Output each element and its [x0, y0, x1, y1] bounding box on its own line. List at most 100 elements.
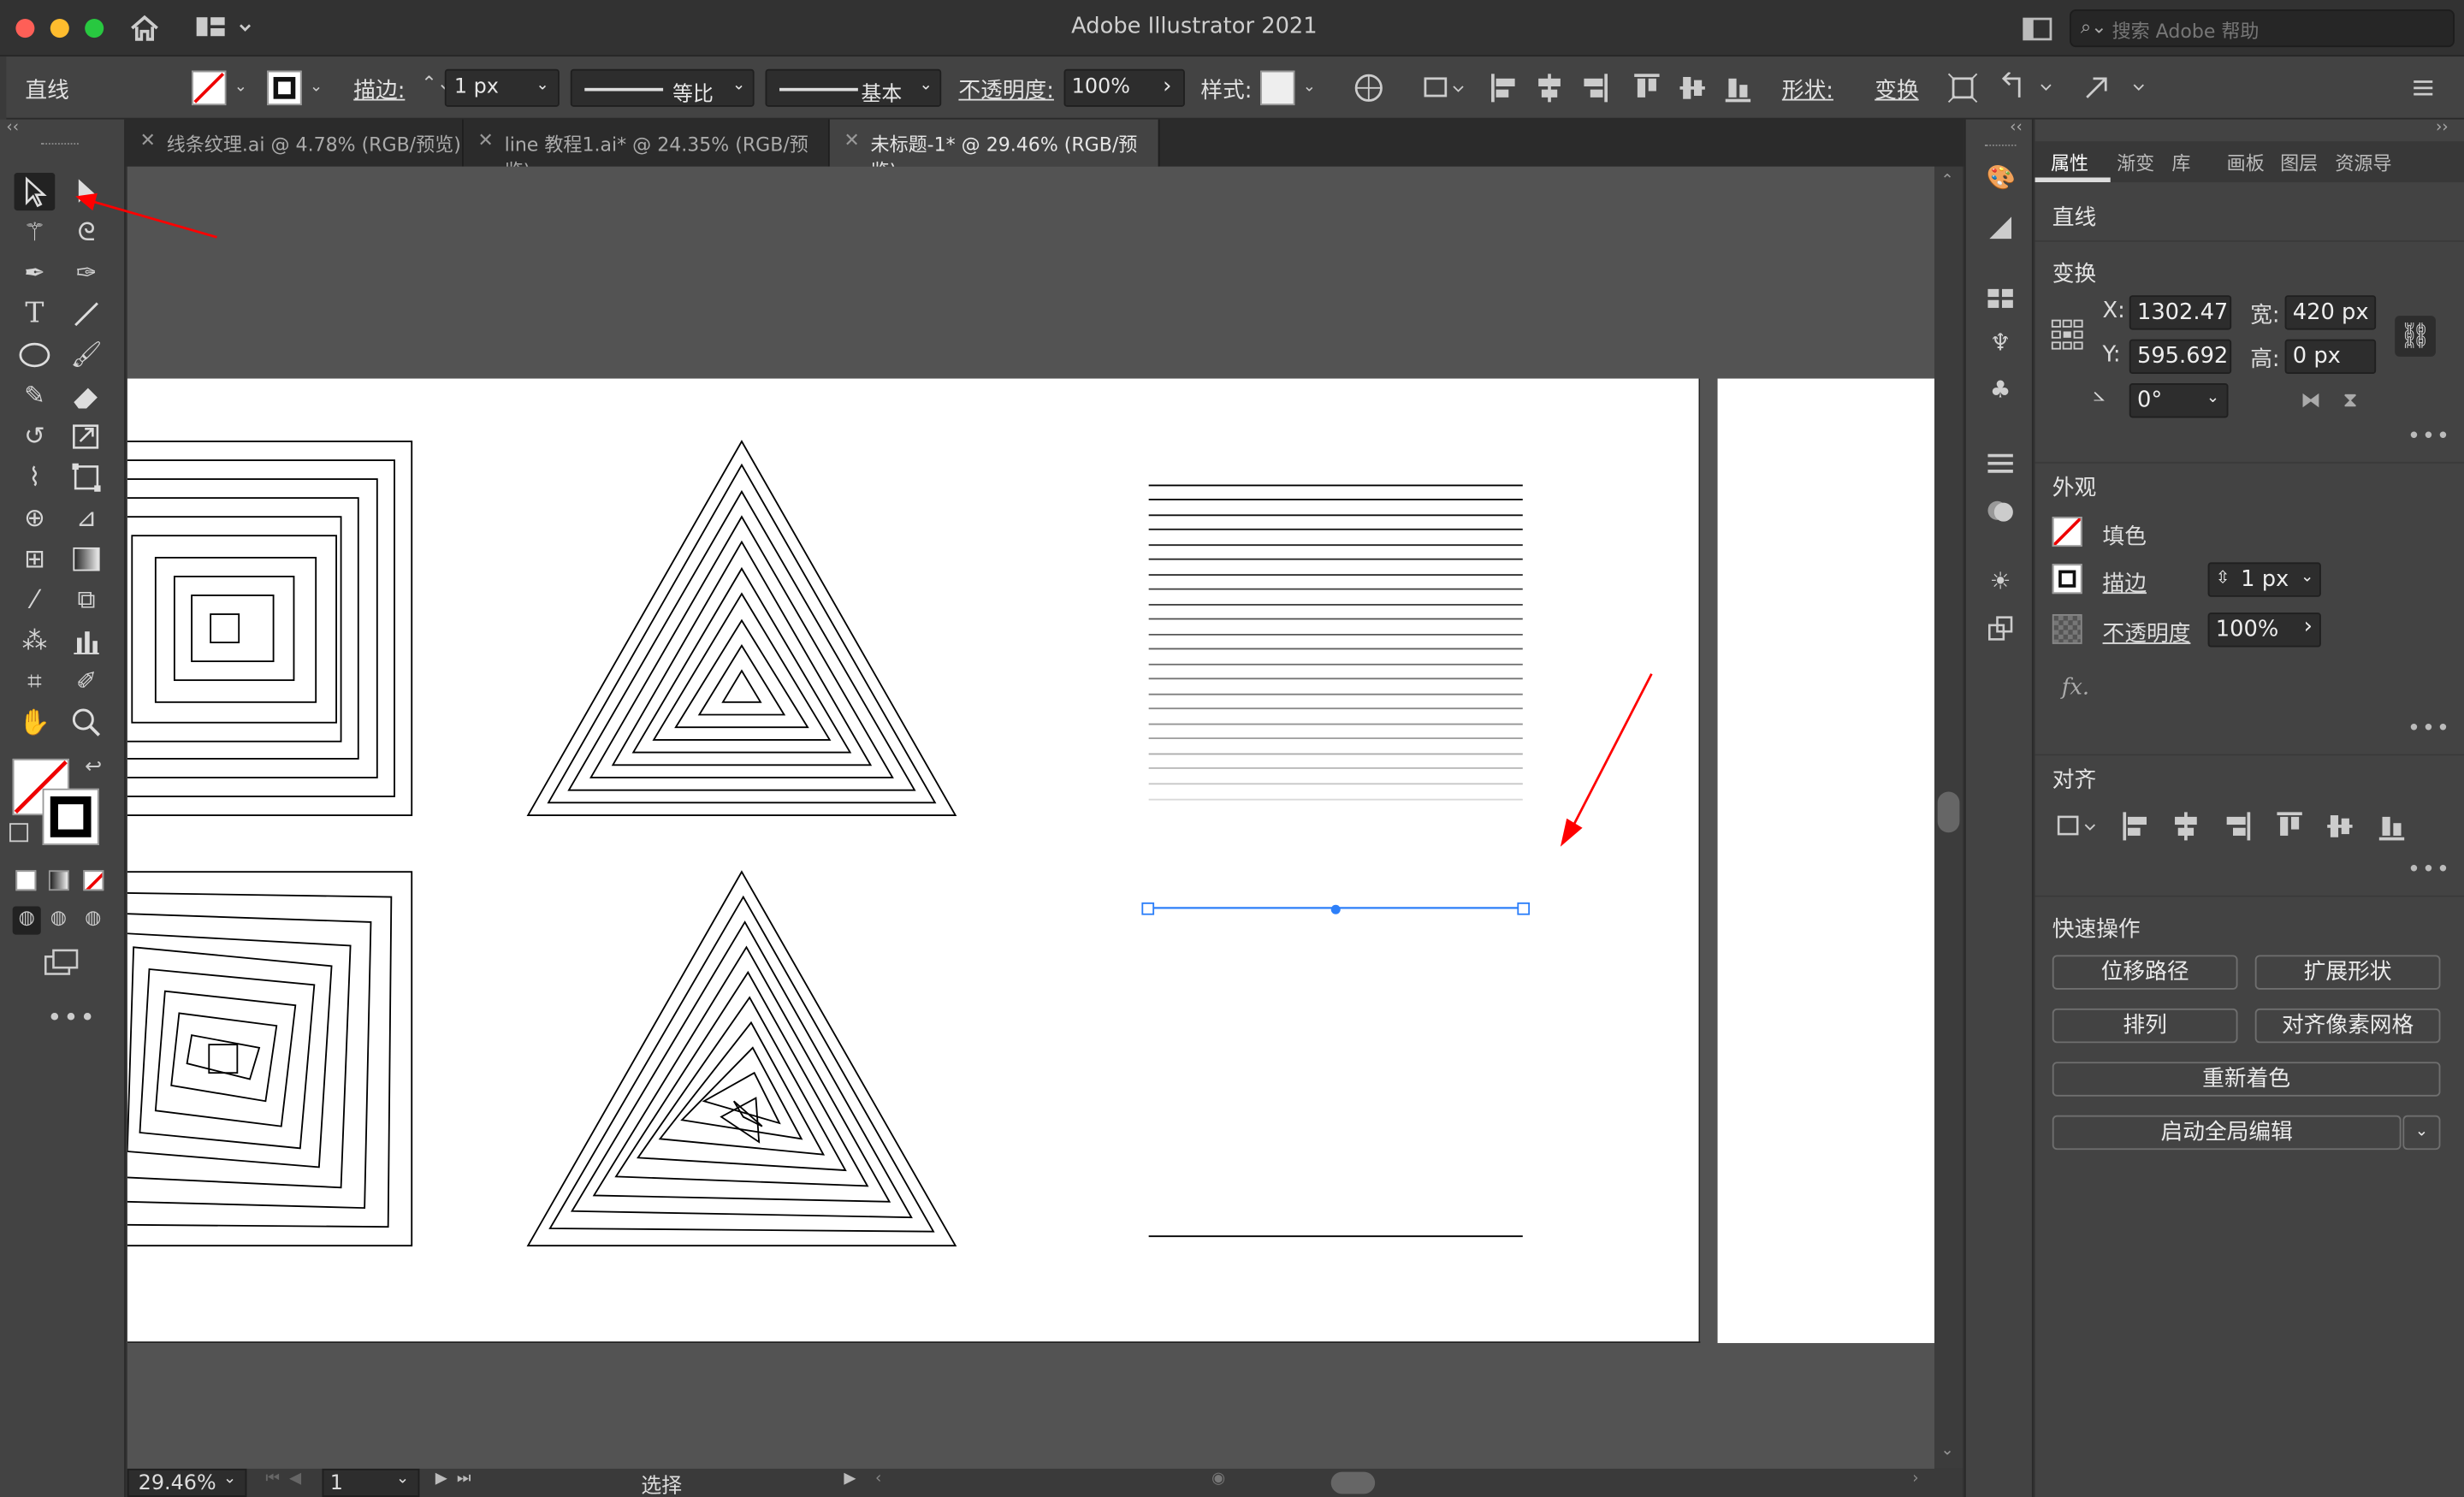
scale-tool[interactable] [66, 417, 107, 455]
home-icon[interactable] [129, 15, 161, 43]
y-position-field[interactable]: 595.692 [2129, 339, 2232, 375]
eraser-tool[interactable] [66, 377, 107, 415]
align-left-icon[interactable] [1490, 72, 1518, 104]
tab-libraries[interactable]: 库 [2171, 149, 2190, 175]
type-tool[interactable]: T [15, 295, 56, 333]
align-right-icon[interactable] [1581, 72, 1609, 104]
opacity-label[interactable]: 不透明度 [2103, 618, 2191, 649]
opacity-field[interactable]: 100% › [2207, 612, 2321, 648]
graphic-styles-icon[interactable] [1987, 614, 2015, 642]
tab-properties[interactable]: 属性 [2051, 149, 2088, 175]
variable-width-profile-dropdown[interactable]: 等比 ⌄ [570, 68, 755, 107]
shape-builder-tool[interactable]: ⊕ [15, 500, 56, 537]
arrange-button[interactable]: 排列 [2052, 1008, 2238, 1044]
canvas-area[interactable] [127, 166, 1935, 1469]
width-field[interactable]: 420 px [2284, 295, 2377, 330]
align-to-dropdown-icon[interactable] [1422, 74, 1466, 102]
help-search-input[interactable]: ⌕⌄ 搜索 Adobe 帮助 [2069, 9, 2455, 48]
artboard-1[interactable] [127, 378, 1701, 1344]
stroke-color-swatch[interactable] [42, 788, 99, 845]
align-horizontal-center-icon[interactable] [1535, 72, 1563, 104]
artboard-2[interactable] [1717, 378, 1935, 1344]
stroke-weight-field[interactable]: ⇳ 1 px ⌄ [2207, 562, 2321, 597]
perspective-grid-tool[interactable]: ⊿ [66, 500, 107, 537]
isolate-group-icon[interactable] [1947, 72, 1979, 104]
stroke-weight-field[interactable]: 1 px ⌄ [444, 68, 560, 107]
align-left-icon[interactable] [2122, 811, 2150, 843]
scroll-thumb[interactable] [1937, 791, 1960, 833]
artboard-tool[interactable]: ⌗ [15, 663, 56, 701]
default-colors-icon[interactable] [9, 823, 29, 843]
zoom-tool[interactable] [66, 704, 107, 742]
rotate-tool[interactable]: ↺ [15, 417, 56, 455]
rotation-angle-field[interactable]: 0° ⌄ [2129, 383, 2229, 418]
stroke-panel-icon[interactable] [1987, 449, 2015, 477]
minimize-window-button[interactable] [50, 19, 69, 38]
more-options-icon[interactable]: ••• [2408, 858, 2451, 883]
tab-gradient[interactable]: 渐变 [2117, 149, 2154, 175]
transparency-icon[interactable] [1987, 496, 2015, 524]
more-options-icon[interactable]: ••• [2408, 716, 2451, 741]
pen-tool[interactable]: ✒ [15, 254, 56, 292]
tab-document-1[interactable]: ✕ 线条纹理.ai @ 4.78% (RGB/预览) [126, 119, 464, 167]
align-bottom-icon[interactable] [1724, 72, 1752, 104]
align-top-icon[interactable] [1632, 72, 1661, 104]
status-menu-icon[interactable]: ▶ [844, 1470, 856, 1488]
gradient-tool[interactable] [66, 541, 107, 578]
close-tab-icon[interactable]: ✕ [477, 129, 493, 151]
color-icon[interactable]: 🎨 [1987, 163, 2016, 192]
artboard-number-field[interactable]: 1 ⌄ [322, 1468, 420, 1497]
horizontal-scroll-thumb[interactable] [1330, 1471, 1376, 1494]
align-bottom-icon[interactable] [2378, 811, 2406, 843]
color-mode-button[interactable] [15, 870, 37, 891]
align-right-icon[interactable] [2224, 811, 2252, 843]
mesh-tool[interactable]: ⊞ [15, 541, 56, 578]
control-bar-grip[interactable] [0, 56, 7, 120]
screen-mode-icon[interactable] [43, 949, 80, 977]
gradient-mode-button[interactable] [48, 870, 69, 891]
tab-layers[interactable]: 图层 [2280, 149, 2318, 175]
align-horizontal-center-icon[interactable] [2171, 811, 2200, 843]
width-tool[interactable]: ⌇ [15, 459, 56, 496]
collapse-panel-icon[interactable]: ‹‹ [6, 120, 19, 137]
line-segment-tool[interactable] [66, 295, 107, 333]
symbol-sprayer-tool[interactable]: ⁂ [15, 622, 56, 660]
graphic-style-swatch[interactable] [1260, 70, 1295, 106]
align-to-dropdown-icon[interactable] [2057, 812, 2100, 840]
color-guide-icon[interactable] [1987, 214, 2015, 242]
fx-effects-button[interactable]: fx. [2062, 676, 2089, 701]
global-edit-button[interactable]: 启动全局编辑 [2052, 1115, 2402, 1151]
align-pixel-grid-button[interactable]: 对齐像素网格 [2254, 1008, 2441, 1044]
more-options-icon[interactable]: ••• [2408, 424, 2451, 449]
appearance-icon[interactable]: ☀ [1987, 567, 2015, 595]
brushes-icon[interactable]: ♆ [1987, 328, 2015, 357]
vertical-scrollbar[interactable]: ⌃ ⌄ [1934, 166, 1964, 1469]
swap-fill-stroke-icon[interactable]: ↩ [85, 755, 102, 779]
dock-grip[interactable] [1984, 144, 2017, 148]
stroke-dropdown-icon[interactable]: ⌄ [310, 79, 323, 96]
magic-wand-tool[interactable]: ⚚ [15, 214, 56, 251]
artboard-nav-prev-icon[interactable]: ⏮◀ [265, 1470, 311, 1488]
paintbrush-tool[interactable]: 🖌 [66, 336, 107, 374]
flip-horizontal-icon[interactable]: ⧓ [2301, 389, 2321, 413]
fill-swatch[interactable] [192, 70, 227, 106]
artboard-nav-next-icon[interactable]: ▶⏭ [435, 1470, 481, 1488]
align-vertical-center-icon[interactable] [1679, 72, 1707, 104]
draw-behind-icon[interactable]: ◍ [50, 907, 67, 929]
blend-tool[interactable]: ⧉ [66, 581, 107, 618]
tab-document-3[interactable]: ✕ 未标题-1* @ 29.46% (RGB/预览) [829, 119, 1160, 182]
draw-inside-icon[interactable]: ◍ [85, 907, 101, 929]
slice-tool[interactable]: ✐ [66, 663, 107, 701]
swatches-icon[interactable] [1987, 284, 2015, 312]
stroke-swatch[interactable] [2052, 564, 2082, 595]
free-transform-tool[interactable] [66, 459, 107, 496]
style-dropdown-icon[interactable]: ⌄ [1303, 79, 1316, 96]
reference-point-icon[interactable] [2051, 319, 2085, 351]
opacity-field[interactable]: 100% › [1063, 68, 1185, 107]
shaper-tool[interactable]: ✎ [15, 377, 56, 415]
stepper-icon[interactable]: ⇳ [2216, 567, 2230, 588]
draw-normal-icon[interactable]: ◍ [12, 906, 41, 935]
constrain-proportions-icon[interactable]: ⛓ [2395, 316, 2436, 357]
flip-vertical-icon[interactable]: ⧗ [2343, 389, 2358, 413]
zoom-window-button[interactable] [85, 19, 104, 38]
